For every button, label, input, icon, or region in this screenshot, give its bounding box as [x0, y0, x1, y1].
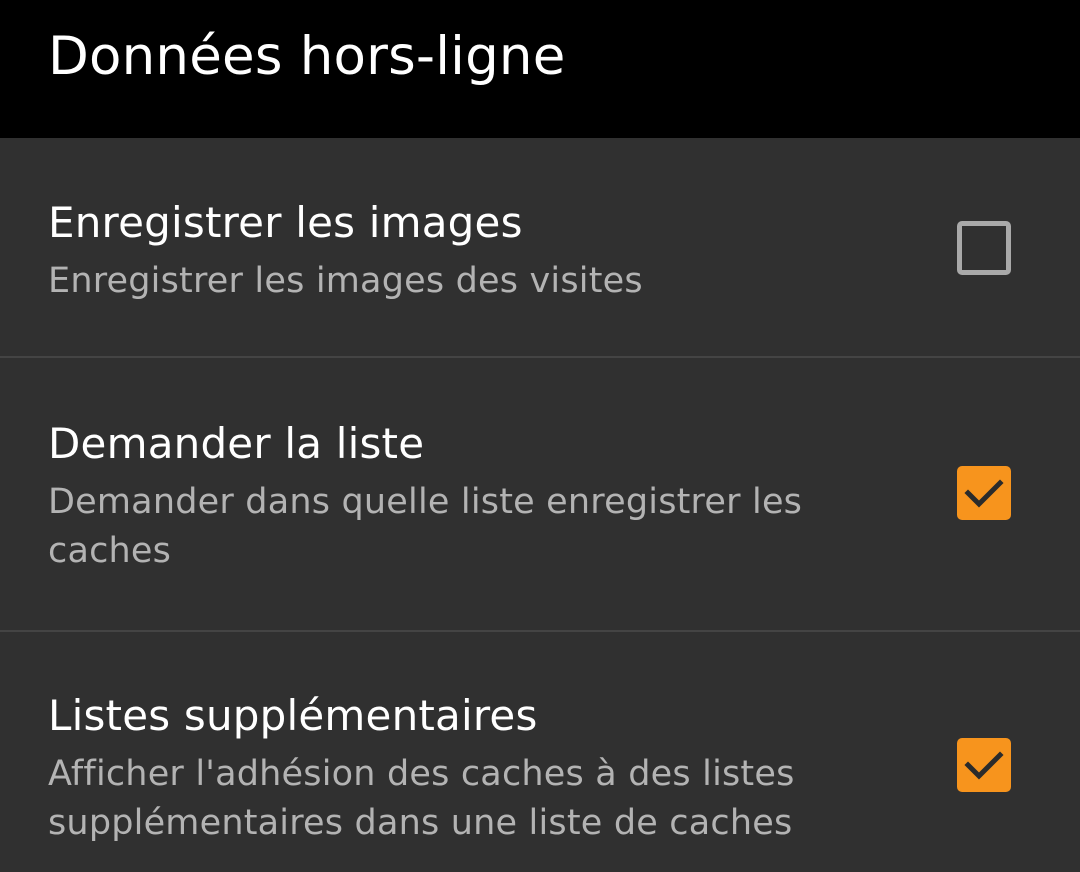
- additional-lists-checkbox[interactable]: [957, 738, 1011, 792]
- pref-summary: Enregistrer les images des visites: [48, 261, 643, 301]
- app-bar: Données hors-ligne: [0, 0, 1080, 138]
- pref-title: Listes supplémentaires: [48, 691, 538, 740]
- preference-list: Enregistrer les images Enregistrer les i…: [0, 138, 1080, 872]
- pref-summary: Demander dans quelle liste enregistrer l…: [48, 482, 803, 571]
- page-title: Données hors-ligne: [48, 26, 566, 87]
- pref-title: Enregistrer les images: [48, 198, 523, 247]
- check-icon: [964, 751, 1004, 780]
- save-images-checkbox[interactable]: [957, 221, 1011, 275]
- pref-ask-list[interactable]: Demander la liste Demander dans quelle l…: [0, 358, 1080, 630]
- pref-additional-lists[interactable]: Listes supplémentaires Afficher l'adhési…: [0, 632, 1080, 872]
- settings-screen: Données hors-ligne Enregistrer les image…: [0, 0, 1080, 872]
- ask-list-checkbox[interactable]: [957, 466, 1011, 520]
- pref-save-images[interactable]: Enregistrer les images Enregistrer les i…: [0, 138, 1080, 356]
- check-icon: [964, 479, 1004, 508]
- pref-title: Demander la liste: [48, 419, 425, 468]
- pref-summary: Afficher l'adhésion des caches à des lis…: [48, 754, 795, 843]
